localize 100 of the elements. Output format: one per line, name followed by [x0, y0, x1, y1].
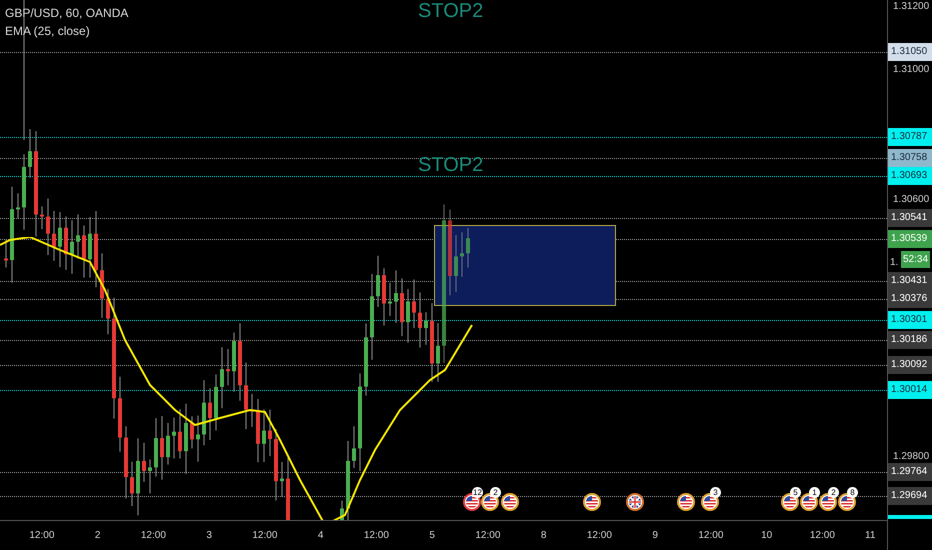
candlestick [226, 348, 230, 386]
candlestick [142, 442, 146, 482]
event-count-badge: 2 [490, 487, 501, 498]
candlestick [436, 322, 440, 382]
candlestick [154, 418, 158, 478]
candlestick [76, 214, 80, 260]
candlestick [46, 198, 50, 256]
candlestick [268, 409, 272, 457]
time-label: 12:00 [698, 529, 724, 543]
flag-icon[interactable] [463, 493, 481, 511]
candlestick [88, 216, 92, 278]
price-tick: 1. [890, 257, 898, 269]
time-label: 9 [652, 529, 658, 543]
price-marker: 1.30376 [888, 290, 932, 308]
current-price-strip [888, 515, 932, 519]
candlestick [220, 346, 224, 409]
candlestick [52, 210, 56, 262]
candlestick [16, 192, 20, 219]
time-label: 4 [318, 529, 324, 543]
flag-icon[interactable] [583, 493, 601, 511]
flag-icon[interactable] [501, 493, 519, 511]
price-marker: 1.30758 [888, 149, 932, 167]
candlestick [250, 393, 254, 428]
candlestick [172, 417, 176, 459]
time-label: 12:00 [140, 529, 166, 543]
time-label: 12:00 [586, 529, 612, 543]
candlestick [352, 426, 356, 469]
candlestick [4, 238, 8, 268]
time-label: 12:00 [475, 529, 500, 543]
candlestick [406, 288, 410, 344]
candlestick [196, 415, 200, 462]
time-label: 3 [206, 529, 212, 543]
price-marker: 1.30014 [888, 381, 932, 399]
time-label: 8 [540, 529, 546, 543]
candlestick [148, 458, 152, 494]
candlestick [262, 408, 266, 463]
candlestick [214, 374, 218, 431]
candlestick [376, 255, 380, 308]
price-marker: 1.30092 [888, 356, 932, 374]
time-label: 2 [94, 529, 100, 543]
time-label: 12:00 [810, 529, 835, 543]
price-marker: 1.30539 [888, 230, 932, 248]
flag-icon[interactable] [481, 493, 499, 511]
candlestick [412, 279, 416, 329]
event-count-badge: 1 [809, 487, 820, 498]
event-count-badge: 5 [790, 487, 801, 498]
candlestick [190, 416, 194, 449]
candlestick [160, 415, 164, 480]
time-label: 10 [761, 529, 772, 543]
candlestick [394, 270, 398, 324]
candlestick [454, 234, 458, 292]
candlestick [70, 220, 74, 274]
candlestick [244, 362, 248, 430]
event-count-badge: 8 [847, 487, 858, 498]
flag-icon[interactable] [800, 493, 818, 511]
candlestick [400, 278, 404, 337]
price-tick: 1.31000 [893, 64, 930, 76]
candlestick [280, 461, 284, 498]
candlestick [184, 403, 188, 474]
event-count-badge: 12 [472, 487, 483, 498]
candlestick [232, 332, 236, 392]
price-tick: 1.31200 [893, 1, 930, 13]
time-label: 12:00 [364, 529, 389, 543]
time-label: 5 [429, 529, 435, 543]
flag-icon[interactable] [677, 493, 695, 511]
candlestick [424, 312, 428, 346]
flag-icon[interactable] [626, 493, 644, 511]
candlestick [178, 408, 182, 459]
stop-label: STOP2 [418, 1, 484, 21]
time-label: 11 [865, 529, 876, 543]
candlestick [28, 128, 32, 178]
candlestick [202, 380, 206, 446]
event-count-badge: 3 [710, 487, 721, 498]
candlestick [166, 422, 170, 466]
price-marker: 1.30541 [888, 209, 932, 227]
candlestick [100, 252, 104, 318]
countdown-timer: 52:34 [901, 251, 930, 268]
candlestick [256, 398, 260, 463]
candlestick [82, 225, 86, 278]
price-marker: 1.29764 [888, 463, 932, 481]
price-marker: 1.30186 [888, 331, 932, 349]
candlestick [286, 455, 290, 520]
event-count-badge: 2 [828, 487, 839, 498]
candlestick [382, 268, 386, 326]
candlestick [40, 206, 44, 230]
time-label: 12:00 [252, 529, 278, 543]
candlestick [418, 292, 422, 348]
candlestick [130, 461, 134, 506]
price-tick: 1.30600 [893, 194, 930, 206]
price-marker: 1.30301 [888, 311, 932, 329]
stop-label: STOP2 [418, 155, 484, 175]
candlestick [388, 282, 392, 316]
candlestick [340, 500, 344, 520]
flag-icon[interactable] [819, 493, 837, 511]
price-marker: 1.30693 [888, 167, 932, 185]
candlestick [466, 228, 470, 268]
time-label: 12:00 [29, 529, 54, 543]
price-marker: 1.30787 [888, 128, 932, 146]
price-marker: 1.29694 [888, 487, 932, 505]
price-marker: 1.31050 [888, 43, 932, 61]
